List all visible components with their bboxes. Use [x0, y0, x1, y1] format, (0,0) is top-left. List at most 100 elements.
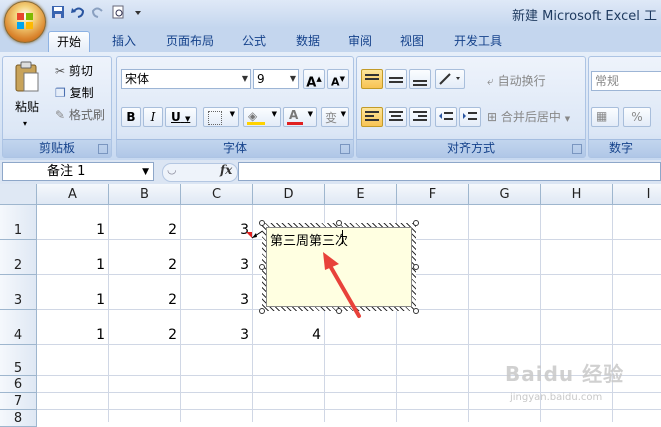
increase-indent-icon — [463, 112, 477, 120]
row-header-6[interactable]: 6 — [0, 376, 37, 393]
column-header-i[interactable]: I — [613, 184, 661, 205]
font-size-select[interactable]: 9 ▼ — [253, 69, 299, 89]
office-button[interactable] — [4, 1, 46, 43]
cell-a3[interactable]: 1 — [37, 292, 105, 308]
align-bottom-button[interactable] — [409, 69, 431, 89]
column-header-f[interactable]: F — [397, 184, 469, 205]
print-preview-icon[interactable] — [110, 4, 126, 20]
format-painter-button[interactable]: ✎ 格式刷 — [55, 105, 105, 125]
alignment-group: ⤶ 自动换行 ⊞ 合并后居中 ▼ 对齐方式 — [356, 56, 586, 158]
select-all-button[interactable] — [0, 184, 37, 205]
column-header-a[interactable]: A — [37, 184, 109, 205]
tab-data[interactable]: 数据 — [288, 31, 328, 52]
resize-handle-bottom-right[interactable] — [413, 308, 419, 314]
number-format-value: 常规 — [595, 74, 620, 88]
cell-a2[interactable]: 1 — [37, 257, 105, 273]
cell-c2[interactable]: 3 — [181, 257, 249, 273]
column-header-g[interactable]: G — [469, 184, 541, 205]
row-header-2[interactable]: 2 — [0, 240, 37, 275]
align-right-button[interactable] — [409, 107, 431, 127]
tab-insert[interactable]: 插入 — [104, 31, 144, 52]
currency-button[interactable]: ▦ — [591, 107, 619, 127]
grow-font-button[interactable]: A▲ — [303, 69, 325, 90]
cell-a1[interactable]: 1 — [37, 222, 105, 238]
wrap-text-button[interactable]: ⤶ 自动换行 — [487, 71, 546, 91]
resize-handle-right[interactable] — [413, 264, 419, 270]
cell-b3[interactable]: 2 — [109, 292, 177, 308]
cell-d4[interactable]: 4 — [253, 327, 321, 343]
tab-home[interactable]: 开始 — [48, 31, 91, 53]
font-color-icon: A — [289, 108, 299, 122]
shrink-font-button[interactable]: A▼ — [327, 69, 349, 89]
cell-b4[interactable]: 2 — [109, 327, 177, 343]
row-header-7[interactable]: 7 — [0, 393, 37, 410]
resize-handle-left[interactable] — [259, 264, 265, 270]
customize-qat-icon[interactable] — [130, 4, 146, 20]
redo-icon[interactable] — [90, 4, 106, 20]
cell-b1[interactable]: 2 — [109, 222, 177, 238]
percent-button[interactable]: % — [623, 107, 651, 127]
formula-input[interactable] — [238, 162, 661, 181]
column-header-b[interactable]: B — [109, 184, 181, 205]
phonetic-button[interactable]: 变 ▼ — [321, 107, 349, 127]
merge-center-button[interactable]: ⊞ 合并后居中 ▼ — [487, 107, 570, 127]
decrease-indent-button[interactable] — [435, 107, 457, 127]
cell-c1[interactable]: 3 — [181, 222, 249, 238]
formula-bar-toggle-icon[interactable]: ◡ — [167, 163, 177, 176]
italic-button[interactable]: I — [143, 107, 163, 127]
font-color-button[interactable]: A ▼ — [283, 107, 317, 127]
chevron-down-icon: ▼ — [142, 167, 149, 177]
save-icon[interactable] — [50, 4, 66, 20]
font-launcher-icon[interactable] — [340, 144, 350, 154]
font-name-select[interactable]: 宋体 ▼ — [121, 69, 251, 89]
resize-handle-top-right[interactable] — [413, 220, 419, 226]
fill-color-button[interactable]: ◈ ▼ — [243, 107, 281, 127]
row-header-1[interactable]: 1 — [0, 205, 37, 240]
currency-icon: ▦ — [596, 109, 608, 123]
row-header-4[interactable]: 4 — [0, 310, 37, 345]
increase-indent-button[interactable] — [459, 107, 481, 127]
cut-button[interactable]: ✂ 剪切 — [55, 61, 93, 81]
alignment-launcher-icon[interactable] — [572, 144, 582, 154]
tab-page-layout[interactable]: 页面布局 — [158, 31, 222, 52]
number-format-select[interactable]: 常规 — [591, 71, 661, 91]
column-header-h[interactable]: H — [541, 184, 613, 205]
insert-function-button[interactable]: fx — [220, 163, 232, 177]
paste-icon[interactable] — [13, 61, 41, 95]
resize-handle-bottom-left[interactable] — [259, 308, 265, 314]
row-header-8[interactable]: 8 — [0, 410, 37, 427]
resize-handle-top[interactable] — [336, 220, 342, 226]
tab-view[interactable]: 视图 — [392, 31, 432, 52]
grid-line — [540, 205, 541, 422]
tab-review[interactable]: 审阅 — [340, 31, 380, 52]
underline-button[interactable]: U ▼ — [165, 107, 197, 127]
name-box[interactable]: 备注 1 ▼ — [2, 162, 154, 181]
row-header-3[interactable]: 3 — [0, 275, 37, 310]
shrink-font-icon: A — [331, 75, 340, 89]
border-button[interactable]: ▼ — [203, 107, 239, 127]
cell-b2[interactable]: 2 — [109, 257, 177, 273]
align-top-button[interactable] — [361, 69, 383, 89]
orientation-button[interactable] — [435, 69, 465, 89]
align-middle-button[interactable] — [385, 69, 407, 89]
column-header-e[interactable]: E — [325, 184, 397, 205]
column-header-c[interactable]: C — [181, 184, 253, 205]
clipboard-launcher-icon[interactable] — [98, 144, 108, 154]
row-header-5[interactable]: 5 — [0, 345, 37, 376]
tab-formulas[interactable]: 公式 — [234, 31, 274, 52]
bold-button[interactable]: B — [121, 107, 141, 127]
cell-c4[interactable]: 3 — [181, 327, 249, 343]
align-center-button[interactable] — [385, 107, 407, 127]
percent-icon: % — [631, 110, 643, 124]
paste-dropdown-icon[interactable]: ▾ — [23, 119, 27, 128]
undo-icon[interactable] — [70, 4, 86, 20]
copy-button[interactable]: ❐ 复制 — [55, 83, 94, 103]
comment-text[interactable]: 第三周第三次 — [270, 230, 348, 249]
align-left-button[interactable] — [361, 107, 383, 127]
cell-c3[interactable]: 3 — [181, 292, 249, 308]
paste-button[interactable]: 粘贴 — [15, 97, 39, 117]
resize-handle-top-left[interactable] — [259, 220, 265, 226]
column-header-d[interactable]: D — [253, 184, 325, 205]
tab-developer[interactable]: 开发工具 — [446, 31, 510, 52]
cell-a4[interactable]: 1 — [37, 327, 105, 343]
